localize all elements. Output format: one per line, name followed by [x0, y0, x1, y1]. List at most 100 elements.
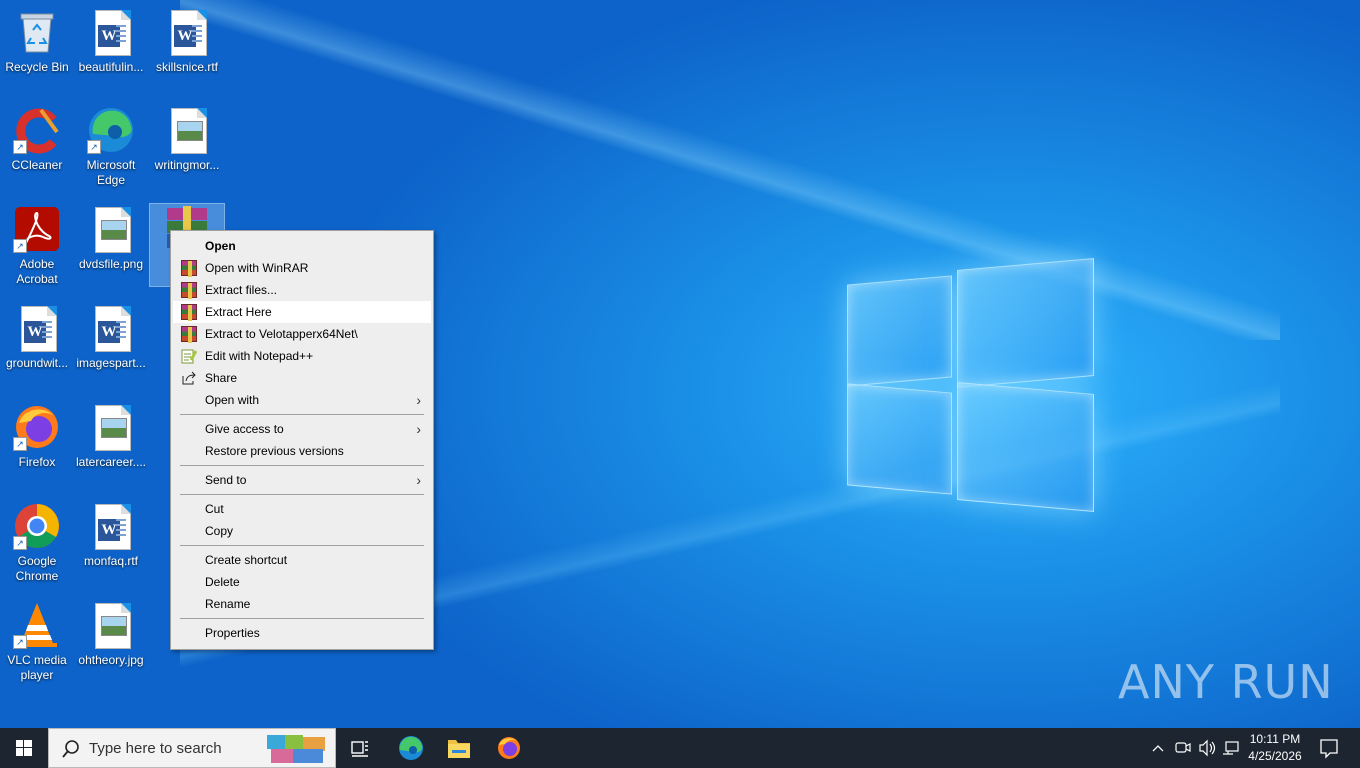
desktop-icon-google-chrome[interactable]: ↗ Google Chrome: [0, 502, 74, 584]
network-icon: [1223, 741, 1239, 755]
task-view-button[interactable]: [336, 728, 384, 768]
menu-item-give-access-to[interactable]: Give access to ›: [173, 418, 431, 440]
menu-item-label: Rename: [205, 597, 251, 611]
search-highlight-puzzle-icon: [267, 735, 325, 763]
chevron-right-icon: ›: [416, 421, 421, 437]
shortcut-arrow-icon: ↗: [13, 239, 27, 253]
context-menu: Open Open with WinRAR Extract files... E…: [170, 230, 434, 650]
menu-item-label: Extract Here: [205, 305, 272, 319]
taskbar-edge-button[interactable]: [387, 728, 435, 768]
menu-item-label: Share: [205, 371, 238, 385]
shortcut-arrow-icon: ↗: [13, 635, 27, 649]
desktop-icon-label: skillsnice.rtf: [155, 60, 218, 74]
desktop-icon-firefox[interactable]: ↗ Firefox: [0, 403, 74, 470]
desktop-icon-label: VLC media player: [7, 653, 67, 682]
menu-item-cut[interactable]: Cut: [173, 498, 431, 520]
desktop-icon-writingmor[interactable]: writingmor...: [150, 106, 224, 173]
show-hidden-icons-button[interactable]: [1148, 728, 1168, 768]
shortcut-arrow-icon: ↗: [13, 140, 27, 154]
winrar-icon: [181, 282, 197, 299]
menu-item-label: Copy: [205, 524, 234, 538]
notification-icon: [1320, 739, 1338, 759]
menu-item-send-to[interactable]: Send to ›: [173, 469, 431, 491]
desktop-icon-label: Google Chrome: [15, 554, 59, 583]
share-icon: [181, 370, 197, 386]
menu-item-label: Cut: [205, 502, 224, 516]
image-file-icon: [87, 601, 135, 649]
windows-wallpaper-logo: [845, 258, 1095, 513]
taskbar-search-box[interactable]: Type here to search: [48, 728, 336, 768]
desktop-icon-adobe-acrobat[interactable]: ↗ Adobe Acrobat: [0, 205, 74, 287]
desktop-icon-ohtheory[interactable]: ohtheory.jpg: [74, 601, 148, 668]
menu-item-open-with-winrar[interactable]: Open with WinRAR: [173, 257, 431, 279]
menu-item-label: Open with WinRAR: [205, 261, 309, 275]
menu-separator: [180, 465, 424, 466]
chevron-up-icon: [1152, 745, 1164, 752]
menu-item-edit-with-notepadpp[interactable]: Edit with Notepad++: [173, 345, 431, 367]
menu-item-extract-to-folder[interactable]: Extract to Velotapperx64Net\: [173, 323, 431, 345]
desktop-icon-beautifulin[interactable]: W beautifulin...: [74, 8, 148, 75]
menu-item-share[interactable]: Share: [173, 367, 431, 389]
desktop-icon-skillsnice[interactable]: W skillsnice.rtf: [150, 8, 224, 75]
desktop-icon-monfaq[interactable]: W monfaq.rtf: [74, 502, 148, 569]
menu-item-create-shortcut[interactable]: Create shortcut: [173, 549, 431, 571]
desktop-icon-groundwit[interactable]: W groundwit...: [0, 304, 74, 371]
shortcut-arrow-icon: ↗: [13, 437, 27, 451]
chevron-right-icon: ›: [416, 392, 421, 408]
clock-date: 4/25/2026: [1248, 749, 1302, 763]
word-document-icon: W: [13, 304, 61, 352]
menu-item-restore-previous-versions[interactable]: Restore previous versions: [173, 440, 431, 462]
menu-item-open[interactable]: Open: [173, 235, 431, 257]
speaker-icon: [1199, 739, 1216, 757]
desktop-icon-latercareer[interactable]: latercareer....: [74, 403, 148, 470]
menu-item-delete[interactable]: Delete: [173, 571, 431, 593]
desktop-icon-imagespart[interactable]: W imagespart...: [74, 304, 148, 371]
start-button[interactable]: [0, 728, 48, 768]
clock-time: 10:11 PM: [1249, 732, 1301, 746]
desktop-icon-label: imagespart...: [76, 356, 146, 370]
menu-item-extract-here[interactable]: Extract Here: [173, 301, 431, 323]
menu-item-label: Extract files...: [205, 283, 278, 297]
menu-item-label: Edit with Notepad++: [205, 349, 314, 363]
menu-separator: [180, 545, 424, 546]
menu-item-properties[interactable]: Properties: [173, 622, 431, 644]
desktop-icon-dvdsfile[interactable]: dvdsfile.png: [74, 205, 148, 272]
desktop-icon-edge[interactable]: ↗ Microsoft Edge: [74, 106, 148, 188]
tray-meet-now-button[interactable]: [1172, 728, 1194, 768]
desktop-icon-label: Adobe Acrobat: [16, 257, 58, 286]
desktop-icon-label: groundwit...: [5, 356, 69, 370]
word-document-icon: W: [87, 502, 135, 550]
tray-network-button[interactable]: [1220, 728, 1242, 768]
firefox-icon: ↗: [13, 403, 61, 451]
chevron-right-icon: ›: [416, 472, 421, 488]
menu-item-open-with[interactable]: Open with ›: [173, 389, 431, 411]
search-placeholder: Type here to search: [89, 740, 222, 757]
desktop-icon-label: beautifulin...: [78, 60, 144, 74]
desktop-icon-recycle-bin[interactable]: Recycle Bin: [0, 8, 74, 75]
tray-volume-button[interactable]: [1196, 728, 1218, 768]
menu-item-extract-files[interactable]: Extract files...: [173, 279, 431, 301]
desktop-icon-ccleaner[interactable]: ↗ CCleaner: [0, 106, 74, 173]
menu-item-label: Open: [205, 239, 236, 253]
desktop-icon-vlc[interactable]: ↗ VLC media player: [0, 601, 74, 683]
menu-separator: [180, 618, 424, 619]
edge-icon: ↗: [87, 106, 135, 154]
menu-item-label: Give access to: [205, 422, 284, 436]
menu-separator: [180, 414, 424, 415]
vlc-icon: ↗: [13, 601, 61, 649]
taskbar-clock[interactable]: 10:11 PM 4/25/2026: [1240, 731, 1310, 765]
acrobat-icon: ↗: [13, 205, 61, 253]
menu-item-rename[interactable]: Rename: [173, 593, 431, 615]
notifications-button[interactable]: [1312, 728, 1346, 768]
taskbar-firefox-button[interactable]: [485, 728, 533, 768]
winrar-icon: [181, 326, 197, 343]
word-document-icon: W: [87, 304, 135, 352]
image-file-icon: [163, 106, 211, 154]
camera-icon: [1175, 742, 1191, 753]
menu-item-copy[interactable]: Copy: [173, 520, 431, 542]
desktop-icon-label: ohtheory.jpg: [78, 653, 144, 667]
word-document-icon: W: [163, 8, 211, 56]
winrar-icon: [181, 260, 197, 277]
menu-item-label: Properties: [205, 626, 260, 640]
taskbar-file-explorer-button[interactable]: [435, 728, 483, 768]
